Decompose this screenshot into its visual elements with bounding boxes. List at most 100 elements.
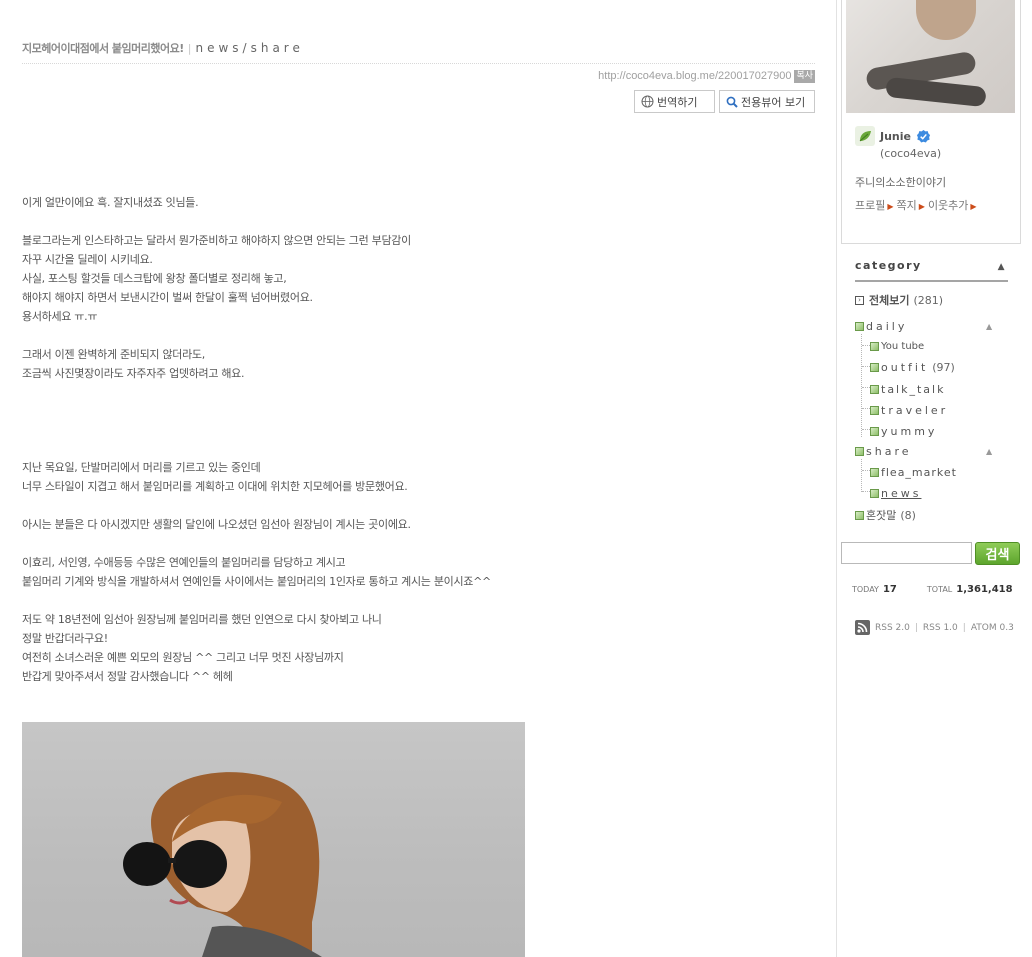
tree-line xyxy=(861,334,862,437)
profile-link[interactable]: 프로필 xyxy=(855,199,885,212)
translate-label: 번역하기 xyxy=(657,95,698,109)
verified-badge-icon xyxy=(916,129,931,142)
magnifier-icon xyxy=(726,96,738,108)
body-line: 해야지 해야지 하면서 보낸시간이 벌써 한달이 훌쩍 넘어버렸어요. xyxy=(22,291,313,304)
rss1-link[interactable]: RSS 1.0 xyxy=(923,623,958,633)
body-line: 반갑게 맞아주셔서 정말 감사했습니다 ^^ 헤헤 xyxy=(22,670,233,683)
profile-blog-id: (coco4eva) xyxy=(880,147,942,160)
category-outfit[interactable]: outfit (97) xyxy=(870,361,955,374)
category-header: category ▲ xyxy=(855,259,1008,282)
profile-nickname-row: Junie xyxy=(855,126,931,146)
body-line: 너무 스타일이 지겹고 해서 붙임머리를 계획하고 이대에 위치한 지모헤어를 … xyxy=(22,480,408,493)
globe-icon xyxy=(641,95,654,108)
profile-links: 프로필 ▶ 쪽지 ▶ 이웃추가 ▶ xyxy=(855,197,980,213)
body-line: 지난 목요일, 단발머리에서 머리를 기르고 있는 중인데 xyxy=(22,461,261,474)
category-traveler[interactable]: traveler xyxy=(870,404,948,417)
arrow-icon: ▶ xyxy=(970,202,977,211)
body-line: 조금씩 사진몇장이라도 자주자주 업뎃하려고 해요. xyxy=(22,367,245,380)
collapse-arrow-icon[interactable]: ▲ xyxy=(986,322,992,331)
category-yummy[interactable]: yummy xyxy=(870,425,937,438)
today-count: 17 xyxy=(882,584,897,595)
add-neighbor-link[interactable]: 이웃추가 xyxy=(928,199,968,212)
total-count: 1,361,418 xyxy=(956,584,1013,595)
today-label: TODAY xyxy=(852,585,879,594)
feed-separator: | xyxy=(914,622,918,633)
expand-icon: › xyxy=(855,295,864,305)
feed-links: RSS 2.0 | RSS 1.0 | ATOM 0.3 xyxy=(855,620,1014,635)
post-url-row: http://coco4eva.blog.me/220017027900 복사 xyxy=(598,69,815,83)
category-flea-market[interactable]: flea_market xyxy=(870,466,957,479)
category-talk-talk[interactable]: talk_talk xyxy=(870,383,945,396)
arrow-icon: ▶ xyxy=(918,202,925,211)
category-label: flea_market xyxy=(881,466,957,479)
dedicated-viewer-button[interactable]: 전용뷰어 보기 xyxy=(719,90,815,113)
leaf-avatar-icon xyxy=(855,126,875,146)
category-share[interactable]: share xyxy=(855,445,912,458)
message-link[interactable]: 쪽지 xyxy=(897,199,917,212)
copy-url-button[interactable]: 복사 xyxy=(794,70,815,83)
category-label: 혼잣말 xyxy=(866,509,897,522)
body-line: 블로그라는게 인스타하고는 달라서 뭔가준비하고 해야하지 않으면 안되는 그런… xyxy=(22,234,411,247)
translate-button[interactable]: 번역하기 xyxy=(634,90,715,113)
category-label: traveler xyxy=(881,404,949,417)
category-monologue[interactable]: 혼잣말 (8) xyxy=(855,507,916,523)
category-label: news xyxy=(881,487,922,500)
category-title: category xyxy=(855,259,922,272)
arrow-icon: ▶ xyxy=(887,202,894,211)
visitor-stats: TODAY 17 TOTAL 1,361,418 xyxy=(852,584,1013,595)
category-news[interactable]: news xyxy=(870,487,921,500)
category-count: (8) xyxy=(900,508,916,522)
category-youtube[interactable]: You tube xyxy=(870,341,924,352)
category-icon xyxy=(870,427,879,436)
collapse-arrow-icon[interactable]: ▲ xyxy=(986,447,992,456)
category-icon xyxy=(855,510,864,520)
category-icon xyxy=(870,342,879,351)
post-body-2: 지난 목요일, 단발머리에서 머리를 기르고 있는 중인데 너무 스타일이 지겹… xyxy=(22,458,782,686)
category-label: yummy xyxy=(881,425,938,438)
category-all[interactable]: › 전체보기 (281) xyxy=(855,292,943,308)
body-line: 그래서 이젠 완벽하게 준비되지 않더라도, xyxy=(22,348,205,361)
portrait-illustration xyxy=(123,772,322,957)
viewer-label: 전용뷰어 보기 xyxy=(741,95,806,109)
search-button[interactable]: 검색 xyxy=(975,542,1020,565)
category-icon xyxy=(870,363,879,372)
profile-photo[interactable] xyxy=(846,0,1015,113)
body-line: 아시는 분들은 다 아시겠지만 생활의 달인에 나오셨던 임선아 원장님이 계시… xyxy=(22,518,411,531)
post-title[interactable]: 지모헤어이대점에서 붙임머리했어요! xyxy=(22,42,184,55)
category-label: You tube xyxy=(881,341,925,352)
body-line: 자꾸 시간을 딜레이 시키네요. xyxy=(22,253,153,266)
category-all-label: 전체보기 xyxy=(869,294,910,307)
feed-separator: | xyxy=(962,622,966,633)
category-label: talk_talk xyxy=(881,383,946,396)
category-all-count: (281) xyxy=(913,293,944,307)
title-separator: | xyxy=(187,42,192,55)
total-label: TOTAL xyxy=(926,585,953,594)
rss2-link[interactable]: RSS 2.0 xyxy=(875,623,910,633)
post-header: 지모헤어이대점에서 붙임머리했어요! | news/share xyxy=(22,40,815,64)
category-count: (97) xyxy=(932,361,955,374)
category-icon xyxy=(870,406,879,415)
post-category-link[interactable]: news/share xyxy=(195,41,303,55)
post-body: 이게 얼만이에요 흑. 잘지내셨죠 잇님들. 블로그라는게 인스타하고는 달라서… xyxy=(22,193,782,383)
rss-icon[interactable] xyxy=(855,620,870,635)
category-icon xyxy=(870,489,879,498)
body-line: 이효리, 서인영, 수애등등 수많은 연예인들의 붙임머리를 담당하고 계시고 xyxy=(22,556,346,569)
category-icon xyxy=(855,447,864,456)
atom-link[interactable]: ATOM 0.3 xyxy=(971,623,1014,633)
tree-line xyxy=(861,459,862,492)
category-daily[interactable]: daily xyxy=(855,320,907,333)
category-icon xyxy=(870,385,879,394)
post-url[interactable]: http://coco4eva.blog.me/220017027900 xyxy=(598,70,791,82)
category-label: daily xyxy=(866,320,908,333)
search-input[interactable] xyxy=(841,542,972,564)
category-label: outfit xyxy=(881,361,929,374)
category-icon xyxy=(870,468,879,477)
post-photo[interactable] xyxy=(22,722,525,957)
body-line: 저도 약 18년전에 임선아 원장님께 붙임머리를 했던 인연으로 다시 찾아뵈… xyxy=(22,613,382,626)
profile-nickname[interactable]: Junie xyxy=(880,130,911,143)
category-icon xyxy=(855,322,864,331)
body-line: 이게 얼만이에요 흑. 잘지내셨죠 잇님들. xyxy=(22,196,199,209)
collapse-arrow-icon[interactable]: ▲ xyxy=(998,262,1006,272)
body-line: 사실, 포스팅 할것들 데스크탑에 왕창 폴더별로 정리해 놓고, xyxy=(22,272,287,285)
body-line: 붙임머리 기계와 방식을 개발하셔서 연예인들 사이에서는 붙임머리의 1인자로… xyxy=(22,575,491,588)
